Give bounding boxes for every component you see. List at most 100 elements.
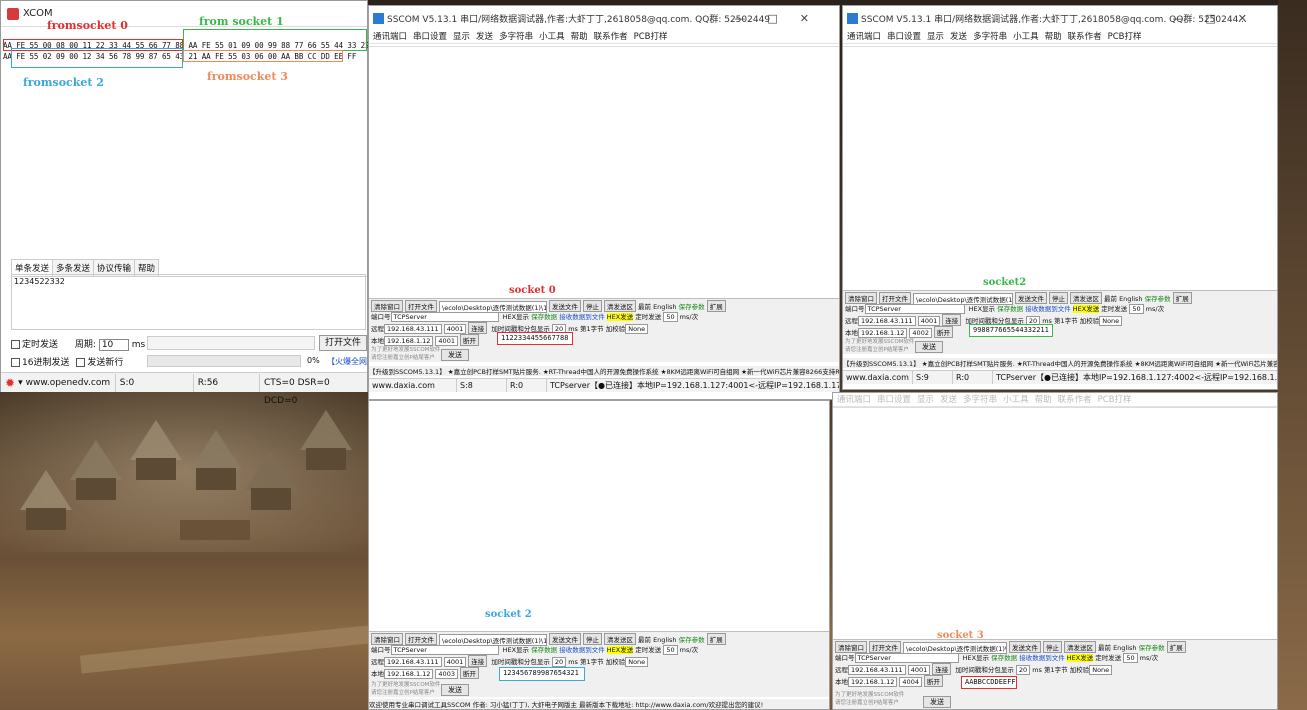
receive-area[interactable]: socket 0 (369, 46, 839, 298)
menu-pcb[interactable]: PCB打样 (634, 32, 668, 42)
hex-send-checkbox[interactable] (11, 358, 20, 367)
timed-send-label[interactable]: 定时发送 (635, 646, 661, 654)
send-input[interactable]: 123456789987654321 (499, 667, 585, 681)
send-button[interactable]: 发送 (441, 684, 469, 696)
topmost-label[interactable]: 最前 (638, 303, 651, 311)
timed-send-label[interactable]: 定时发送 (1095, 654, 1121, 662)
local-port[interactable]: 4003 (435, 669, 458, 679)
recv-to-file-label[interactable]: 接收数据到文件 (1019, 654, 1065, 662)
english-label[interactable]: English (1119, 295, 1142, 303)
connect-button[interactable]: 连接 (932, 663, 952, 675)
menu-multi[interactable]: 多字符串 (963, 395, 997, 405)
remote-port[interactable]: 4001 (443, 324, 467, 334)
disconnect-button[interactable]: 断开 (933, 326, 953, 338)
save-data-link[interactable]: 保存数据 (991, 654, 1017, 662)
menu-display[interactable]: 显示 (927, 32, 944, 42)
menu-serial[interactable]: 串口设置 (413, 32, 447, 42)
receive-area[interactable]: AA FE 55 00 08 00 11 22 33 44 55 66 77 8… (3, 15, 383, 251)
send-input[interactable]: 1234522332 (11, 274, 366, 330)
send-input[interactable]: AABBCCDDEEFF (961, 676, 1017, 689)
save-params-link[interactable]: 保存参数 (1145, 295, 1171, 303)
remote-ip[interactable]: 192.168.43.111 (858, 316, 916, 326)
expand-button[interactable]: 扩展 (1172, 292, 1192, 304)
save-params-link[interactable]: 保存参数 (679, 636, 705, 644)
send-button[interactable]: 发送 (923, 696, 951, 708)
hex-show-label[interactable]: HEX显示 (969, 305, 995, 313)
menu-help[interactable]: 帮助 (1035, 395, 1052, 405)
menu-multi[interactable]: 多字符串 (499, 32, 533, 42)
hex-show-label[interactable]: HEX显示 (503, 646, 529, 654)
english-label[interactable]: English (1113, 644, 1136, 652)
port-select[interactable]: TCPServer (390, 645, 499, 655)
menu-help[interactable]: 帮助 (571, 32, 588, 42)
save-data-link[interactable]: 保存数据 (531, 646, 557, 654)
file-path-field[interactable] (147, 336, 315, 350)
disconnect-button[interactable]: 断开 (459, 667, 479, 679)
timed-send-checkbox[interactable] (11, 340, 20, 349)
remote-ip[interactable]: 192.168.43.111 (384, 324, 442, 334)
menu-tools[interactable]: 小工具 (539, 32, 565, 42)
hex-send-label[interactable]: HEX发送 (1066, 654, 1094, 662)
menu-help[interactable]: 帮助 (1045, 32, 1062, 42)
send-input[interactable]: 112233445566778​8 (497, 332, 573, 345)
disconnect-button[interactable]: 断开 (923, 675, 943, 687)
recv-to-file-label[interactable]: 接收数据到文件 (559, 646, 605, 654)
timestamp-label[interactable]: 加时间戳和分包显示 (955, 666, 1014, 674)
hex-show-label[interactable]: HEX显示 (963, 654, 989, 662)
menu-contact[interactable]: 联系作者 (594, 32, 628, 42)
menu-pcb[interactable]: PCB打样 (1108, 32, 1142, 42)
menu-port[interactable]: 通讯端口 (373, 32, 407, 42)
remote-ip[interactable]: 192.168.43.111 (848, 665, 906, 675)
expand-button[interactable]: 扩展 (1166, 641, 1186, 653)
connect-button[interactable]: 连接 (468, 655, 488, 667)
remote-port[interactable]: 4001 (907, 665, 931, 675)
menu-tools[interactable]: 小工具 (1003, 395, 1029, 405)
period-input[interactable]: 50 (1129, 304, 1144, 314)
recv-to-file-label[interactable]: 接收数据到文件 (559, 313, 605, 321)
local-ip[interactable]: 192.168.1.12 (848, 677, 898, 687)
timeout-input[interactable]: 20 (551, 657, 567, 667)
period-input[interactable]: 50 (663, 645, 678, 655)
menu-serial[interactable]: 串口设置 (877, 395, 911, 405)
menu-pcb[interactable]: PCB打样 (1098, 395, 1132, 405)
period-input[interactable]: 50 (1123, 653, 1138, 663)
settings-item[interactable]: ✹ ▾ www.openedv.com (1, 373, 116, 392)
timeout-input[interactable]: 20 (1015, 665, 1031, 675)
status-url[interactable]: www.daxia.com (843, 371, 913, 384)
menu-contact[interactable]: 联系作者 (1058, 395, 1092, 405)
send-input[interactable]: 9988776655443322​11 (969, 324, 1053, 337)
save-params-link[interactable]: 保存参数 (1139, 644, 1165, 652)
period-input[interactable]: 50 (663, 312, 678, 322)
timed-send-label[interactable]: 定时发送 (635, 313, 661, 321)
remote-ip[interactable]: 192.168.43.111 (384, 657, 442, 667)
connect-button[interactable]: 连接 (942, 314, 962, 326)
send-button[interactable]: 发送 (915, 341, 943, 353)
send-button[interactable]: 发送 (441, 349, 469, 361)
checksum-select[interactable]: None (625, 324, 649, 334)
topmost-label[interactable]: 最前 (1098, 644, 1111, 652)
save-params-link[interactable]: 保存参数 (679, 303, 705, 311)
menu-display[interactable]: 显示 (453, 32, 470, 42)
hex-send-label[interactable]: HEX发送 (1072, 305, 1100, 313)
checksum-select[interactable]: None (1089, 665, 1113, 675)
status-url[interactable]: www.daxia.com (369, 379, 457, 392)
remote-port[interactable]: 4001 (917, 316, 941, 326)
save-data-link[interactable]: 保存数据 (531, 313, 557, 321)
connect-button[interactable]: 连接 (468, 322, 488, 334)
receive-area[interactable]: socket 2 (369, 401, 829, 629)
menu-contact[interactable]: 联系作者 (1068, 32, 1102, 42)
menu-port[interactable]: 通讯端口 (847, 32, 881, 42)
menu-tools[interactable]: 小工具 (1013, 32, 1039, 42)
send-newline-checkbox[interactable] (76, 358, 86, 367)
expand-button[interactable]: 扩展 (706, 633, 726, 645)
timed-send-label[interactable]: 定时发送 (1101, 305, 1127, 313)
menu-port[interactable]: 通讯端口 (837, 395, 871, 405)
port-select[interactable]: TCPServer (390, 312, 499, 322)
port-select[interactable]: TCPServer (854, 653, 959, 663)
checksum-select[interactable]: None (1099, 316, 1123, 326)
open-file-button[interactable]: 打开文件 (319, 335, 367, 351)
topmost-label[interactable]: 最前 (1104, 295, 1117, 303)
menu-send[interactable]: 发送 (476, 32, 493, 42)
recv-to-file-label[interactable]: 接收数据到文件 (1025, 305, 1071, 313)
port-select[interactable]: TCPServer (864, 304, 965, 314)
